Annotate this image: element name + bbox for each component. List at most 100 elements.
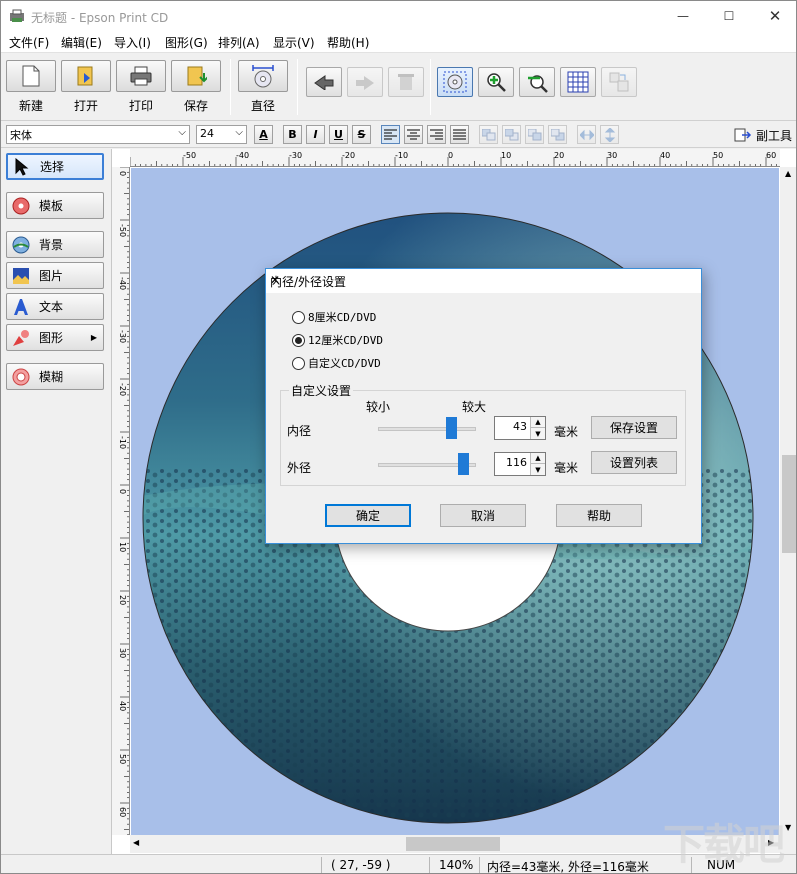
- option-custom[interactable]: 自定义CD/DVD: [292, 355, 381, 371]
- maximize-button[interactable]: ☐: [706, 1, 752, 31]
- horizontal-scroll-thumb[interactable]: [406, 837, 500, 851]
- toolbar-separator: [297, 59, 298, 115]
- bold-button[interactable]: B: [283, 125, 302, 144]
- undo-button[interactable]: [306, 67, 342, 97]
- menu-arrange[interactable]: 排列(A): [218, 34, 260, 51]
- inner-diameter-value[interactable]: 43: [513, 420, 527, 433]
- italic-button[interactable]: I: [306, 125, 325, 144]
- outer-diameter-stepper[interactable]: 116 ▲ ▼: [494, 452, 546, 476]
- scroll-left-icon[interactable]: ◀: [133, 838, 139, 847]
- save-settings-button[interactable]: 保存设置: [591, 416, 677, 439]
- disc-view-button[interactable]: [437, 67, 473, 97]
- close-button[interactable]: ✕: [752, 1, 796, 31]
- larger-label: 较大: [462, 400, 487, 414]
- layer-front-icon: [481, 128, 495, 140]
- font-family-select[interactable]: 宋体 ⌵: [6, 125, 190, 144]
- align-left-button[interactable]: [381, 125, 400, 144]
- zoom-out-icon: [528, 75, 548, 93]
- inner-diameter-slider[interactable]: [378, 427, 476, 431]
- radio-8cm[interactable]: [292, 310, 305, 324]
- inner-diameter-label: 内径: [287, 424, 312, 438]
- flip-vertical-icon: [604, 127, 615, 142]
- flip-horizontal-button[interactable]: [577, 125, 596, 144]
- tool-text[interactable]: 文本: [6, 293, 104, 320]
- send-back-button[interactable]: [548, 125, 567, 144]
- blur-icon: [11, 367, 31, 387]
- stepper-up-icon[interactable]: ▲: [530, 417, 545, 428]
- snap-button[interactable]: [601, 67, 637, 97]
- stepper-up-icon[interactable]: ▲: [530, 453, 545, 464]
- menu-bar: 文件(F) 编辑(E) 导入(I) 图形(G) 排列(A) 显示(V) 帮助(H…: [1, 31, 796, 53]
- ruler-label: -40: [118, 277, 127, 290]
- diameter-button[interactable]: [238, 60, 288, 92]
- tool-shape[interactable]: 图形 ▶: [6, 324, 104, 351]
- stepper-down-icon[interactable]: ▼: [530, 428, 545, 439]
- status-divider: [479, 857, 480, 873]
- outer-diameter-slider-thumb[interactable]: [457, 453, 469, 475]
- custom-settings-label: 自定义设置: [289, 382, 354, 399]
- tool-blur[interactable]: 模糊: [6, 363, 104, 390]
- option-8cm[interactable]: 8厘米CD/DVD: [292, 309, 376, 325]
- underline-button[interactable]: U: [329, 125, 348, 144]
- help-button[interactable]: 帮助: [556, 504, 642, 527]
- menu-help[interactable]: 帮助(H): [327, 34, 369, 51]
- tool-image[interactable]: 图片: [6, 262, 104, 289]
- font-size-select[interactable]: 24 ⌵: [196, 125, 247, 144]
- status-divider: [429, 857, 430, 873]
- redo-button[interactable]: [347, 67, 383, 97]
- tool-select[interactable]: 选择: [6, 153, 104, 180]
- zoom-out-button[interactable]: [519, 67, 555, 97]
- dialog-close-icon[interactable]: ✕: [270, 273, 691, 287]
- cancel-button[interactable]: 取消: [440, 504, 526, 527]
- zoom-in-button[interactable]: [478, 67, 514, 97]
- bring-front-button[interactable]: [479, 125, 498, 144]
- option-12cm[interactable]: 12厘米CD/DVD: [292, 332, 383, 348]
- menu-shape[interactable]: 图形(G): [165, 34, 208, 51]
- send-backward-button[interactable]: [525, 125, 544, 144]
- align-right-button[interactable]: [427, 125, 446, 144]
- ruler-label: -40: [236, 151, 249, 160]
- ruler-label: 20: [118, 595, 127, 605]
- title-bar: 无标题 - Epson Print CD — ☐ ✕: [1, 1, 796, 31]
- radio-12cm[interactable]: [292, 333, 305, 347]
- align-justify-button[interactable]: [450, 125, 469, 144]
- menu-file[interactable]: 文件(F): [9, 34, 49, 51]
- menu-edit[interactable]: 编辑(E): [61, 34, 102, 51]
- strikethrough-button[interactable]: S: [352, 125, 371, 144]
- new-button[interactable]: [6, 60, 56, 92]
- ruler-label: -20: [118, 383, 127, 396]
- scroll-down-icon[interactable]: ▼: [785, 823, 791, 832]
- flip-vertical-button[interactable]: [600, 125, 619, 144]
- align-right-icon: [430, 129, 443, 140]
- print-button[interactable]: [116, 60, 166, 92]
- menu-import[interactable]: 导入(I): [114, 34, 151, 51]
- tool-template[interactable]: 模板: [6, 192, 104, 219]
- tool-background[interactable]: 背景: [6, 231, 104, 258]
- ok-button[interactable]: 确定: [325, 504, 411, 527]
- vertical-ruler: 0 -50 -40 -30 -20 -10 0 10 20 30 40 50 60: [112, 167, 130, 835]
- vertical-scrollbar[interactable]: ▲ ▼: [780, 167, 796, 835]
- grid-button[interactable]: [560, 67, 596, 97]
- open-button[interactable]: [61, 60, 111, 92]
- radio-custom[interactable]: [292, 356, 305, 370]
- inner-diameter-stepper[interactable]: 43 ▲ ▼: [494, 416, 546, 440]
- bring-forward-button[interactable]: [502, 125, 521, 144]
- stepper-down-icon[interactable]: ▼: [530, 464, 545, 475]
- font-color-button[interactable]: A: [254, 125, 273, 144]
- outer-diameter-value[interactable]: 116: [506, 456, 527, 469]
- ruler-label: 50: [713, 151, 723, 160]
- menu-view[interactable]: 显示(V): [273, 34, 315, 51]
- minimize-button[interactable]: —: [660, 1, 706, 31]
- align-center-button[interactable]: [404, 125, 423, 144]
- option-12cm-label: 12厘米CD/DVD: [308, 334, 383, 347]
- sub-tool-label: 副工具: [755, 128, 792, 143]
- vertical-scroll-thumb[interactable]: [782, 455, 796, 553]
- undo-icon: [314, 75, 334, 90]
- scroll-up-icon[interactable]: ▲: [785, 169, 791, 178]
- save-button[interactable]: [171, 60, 221, 92]
- inner-diameter-slider-thumb[interactable]: [446, 417, 457, 439]
- new-document-icon: [22, 65, 40, 87]
- sub-tool-button[interactable]: 副工具: [734, 125, 792, 145]
- clear-button[interactable]: [388, 67, 424, 97]
- settings-list-button[interactable]: 设置列表: [591, 451, 677, 474]
